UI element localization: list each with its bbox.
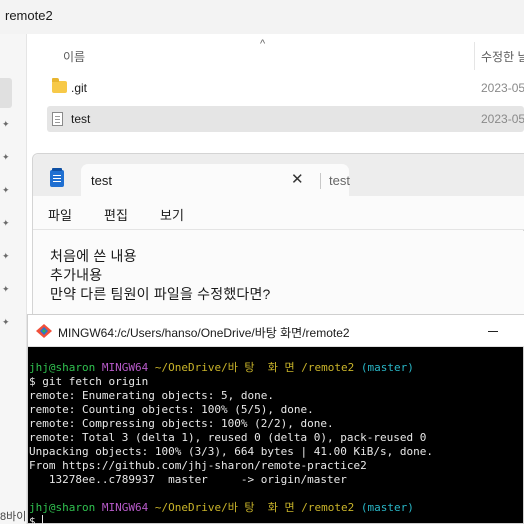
output-line: 13278ee..c789937 master -> origin/master [29, 473, 347, 486]
pin-icon: ✦ [2, 119, 10, 129]
text-file-icon [52, 112, 63, 126]
file-name: test [71, 112, 91, 126]
prompt-user: jhj@sharon [29, 361, 96, 374]
prompt-branch: (master) [360, 501, 414, 514]
explorer-title-bar: remote2 [0, 0, 524, 34]
column-header-name[interactable]: 이름 [63, 48, 85, 65]
column-divider[interactable] [474, 42, 475, 70]
command-line: $ git fetch origin [29, 375, 149, 388]
prompt-branch: (master) [360, 361, 414, 374]
file-date: 2023-05 [481, 81, 524, 95]
prompt-path: ~/OneDrive/바 탕 화 면 /remote2 [154, 501, 355, 514]
prompt-system: MINGW64 [101, 501, 149, 514]
sort-ascending-icon[interactable]: ^ [260, 38, 265, 50]
output-line: Unpacking objects: 100% (3/3), 664 bytes… [29, 445, 433, 458]
menu-edit[interactable]: 편집 [104, 205, 128, 224]
output-line: remote: Counting objects: 100% (5/5), do… [29, 403, 314, 416]
text-line: 추가내용 [50, 267, 103, 283]
notepad-text-area[interactable]: 처음에 쓴 내용 추가내용 만약 다른 팀원이 파일을 수정했다면? [33, 231, 524, 323]
notepad-menu-bar: 파일 편집 보기 [33, 196, 524, 230]
notepad-tab-bar: test ✕ test [33, 154, 524, 196]
file-date: 2023-05 [481, 112, 524, 126]
terminal-window: MINGW64:/c/Users/hanso/OneDrive/바탕 화면/re… [27, 314, 524, 524]
prompt-dollar: $ [29, 515, 43, 524]
output-line: remote: Enumerating objects: 5, done. [29, 389, 275, 402]
pin-icon: ✦ [2, 317, 10, 327]
tab-test-inactive[interactable]: test [329, 173, 350, 188]
git-bash-icon [36, 324, 52, 338]
output-line: remote: Total 3 (delta 1), reused 0 (del… [29, 431, 427, 444]
desktop: remote2 ✦ ✦ ✦ ✦ ✦ ✦ ✦ 8바이 ^ 이름 수정한 날 .gi… [0, 0, 524, 524]
notepad-app-icon [50, 168, 64, 187]
output-line: remote: Compressing objects: 100% (2/2),… [29, 417, 334, 430]
menu-view[interactable]: 보기 [160, 205, 184, 224]
text-line: 처음에 쓴 내용 [50, 248, 137, 264]
tab-label: test [91, 173, 112, 188]
notepad-window: test ✕ test 파일 편집 보기 처음에 쓴 내용 추가내용 만약 다른… [32, 153, 524, 323]
folder-icon [52, 78, 67, 93]
file-row-git[interactable]: .git 2023-05 [47, 75, 524, 101]
pin-icon: ✦ [2, 152, 10, 162]
file-row-test[interactable]: test 2023-05 [47, 106, 524, 132]
text-line: 만약 다른 팀원이 파일을 수정했다면? [50, 286, 271, 302]
terminal-output[interactable]: jhj@sharon MINGW64 ~/OneDrive/바 탕 화 면 /r… [28, 348, 524, 524]
prompt-system: MINGW64 [101, 361, 149, 374]
status-bar-text: 8바이 [0, 511, 27, 523]
text-cursor [42, 515, 44, 524]
pin-icon: ✦ [2, 284, 10, 294]
close-icon[interactable]: ✕ [291, 170, 304, 188]
tab-divider [320, 173, 321, 189]
tab-test-active[interactable]: test ✕ [81, 164, 349, 196]
terminal-title-bar: MINGW64:/c/Users/hanso/OneDrive/바탕 화면/re… [28, 315, 524, 347]
pin-icon: ✦ [2, 251, 10, 261]
menu-file[interactable]: 파일 [48, 205, 72, 224]
output-line: From https://github.com/jhj-sharon/remot… [29, 459, 367, 472]
minimize-icon[interactable] [488, 331, 498, 332]
explorer-title: remote2 [5, 8, 53, 23]
pin-icon: ✦ [2, 218, 10, 228]
explorer-navigation-pane[interactable]: ✦ ✦ ✦ ✦ ✦ ✦ ✦ [0, 34, 27, 524]
terminal-title: MINGW64:/c/Users/hanso/OneDrive/바탕 화면/re… [58, 326, 350, 340]
prompt-user: jhj@sharon [29, 501, 96, 514]
column-header-modified[interactable]: 수정한 날 [481, 48, 524, 65]
pin-icon: ✦ [2, 185, 10, 195]
prompt-path: ~/OneDrive/바 탕 화 면 /remote2 [154, 361, 355, 374]
nav-selected-item[interactable] [0, 78, 12, 108]
file-name: .git [71, 81, 88, 95]
